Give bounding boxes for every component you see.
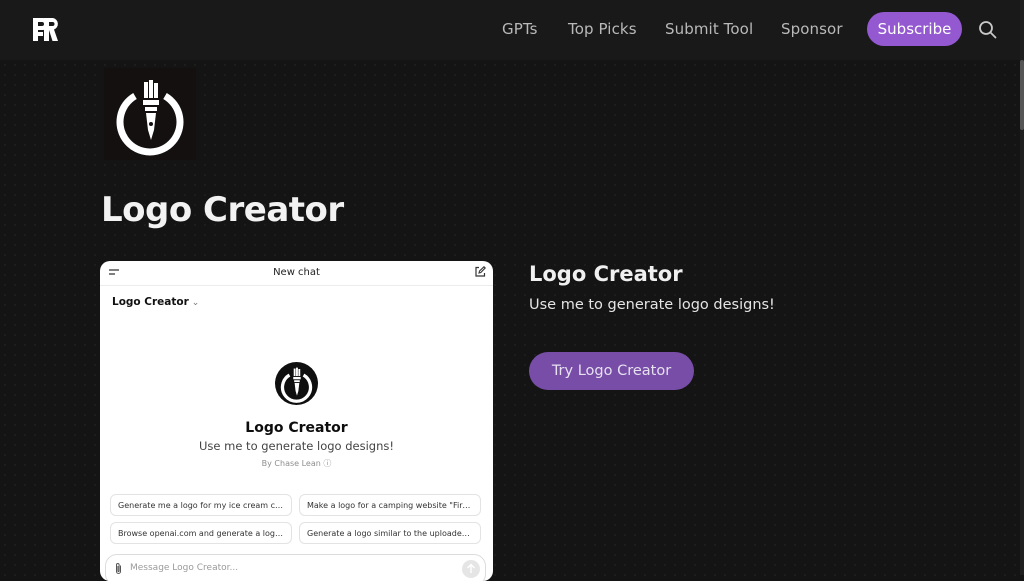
- message-input-box: Message Logo Creator...: [105, 554, 486, 581]
- nav-link-submit-tool[interactable]: Submit Tool: [665, 20, 753, 38]
- nav-link-gpts[interactable]: GPTs: [502, 20, 538, 38]
- gpt-avatar: [275, 362, 318, 405]
- chat-topbar: New chat: [100, 261, 493, 286]
- send-button: [462, 560, 480, 578]
- gpt-selector-label: Logo Creator: [112, 296, 189, 308]
- gpt-author: By Chase Lean ⓘ: [100, 458, 493, 469]
- top-navbar: GPTs Top Picks Submit Tool Sponsor Subsc…: [0, 0, 1024, 60]
- new-chat-edit-icon: [475, 266, 486, 277]
- info-icon: ⓘ: [323, 459, 332, 468]
- nav-link-sponsor[interactable]: Sponsor: [781, 20, 843, 38]
- chat-title: New chat: [273, 267, 320, 278]
- suggestion-card: Generate me a logo for my ice cream comp…: [110, 494, 292, 516]
- page-scrollbar[interactable]: [1020, 0, 1024, 575]
- gpt-selector: Logo Creator ⌄: [112, 296, 199, 308]
- tool-description: Use me to generate logo designs!: [529, 297, 775, 313]
- nav-link-top-picks[interactable]: Top Picks: [568, 20, 637, 38]
- brand-logo-icon[interactable]: [31, 16, 59, 43]
- paintbrush-logo-icon: [116, 80, 184, 156]
- suggestion-card: Browse openai.com and generate a logo fo…: [110, 522, 292, 544]
- suggestion-card: Make a logo for a camping website "Firec…: [299, 494, 481, 516]
- gpt-author-text: By Chase Lean: [261, 459, 321, 468]
- search-icon[interactable]: [978, 20, 997, 39]
- scrollbar-thumb[interactable]: [1020, 60, 1024, 130]
- try-logo-creator-button[interactable]: Try Logo Creator: [529, 352, 694, 390]
- arrow-up-icon: [467, 563, 475, 573]
- message-placeholder: Message Logo Creator...: [130, 563, 239, 573]
- chat-preview-screenshot: New chat Logo Creator ⌄ Logo Creator Use …: [100, 261, 493, 581]
- paintbrush-logo-icon: [280, 367, 313, 403]
- tool-name: Logo Creator: [529, 262, 683, 286]
- suggestion-card: Generate a logo similar to the uploaded …: [299, 522, 481, 544]
- page-title: Logo Creator: [101, 190, 344, 230]
- gpt-name: Logo Creator: [245, 420, 348, 436]
- gpt-description: Use me to generate logo designs!: [198, 439, 394, 453]
- chevron-down-icon: ⌄: [191, 298, 200, 308]
- tool-logo-image: [104, 68, 196, 160]
- paperclip-icon: [116, 563, 121, 574]
- subscribe-button[interactable]: Subscribe: [867, 12, 962, 46]
